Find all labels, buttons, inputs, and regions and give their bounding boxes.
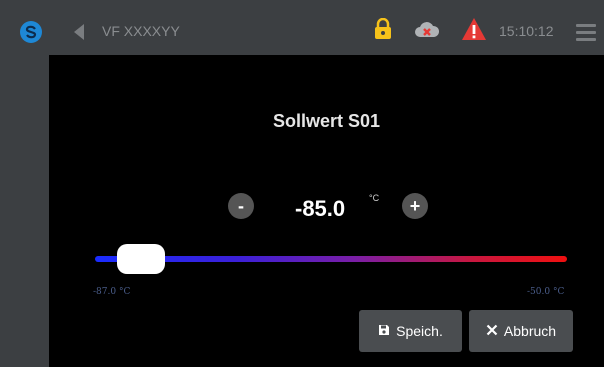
slider-max-label: -50.0 °C — [527, 287, 565, 297]
increment-button[interactable]: + — [402, 193, 428, 219]
setpoint-value: -85.0 — [295, 196, 346, 221]
slider-thumb[interactable] — [117, 244, 165, 274]
save-icon — [378, 323, 390, 339]
lock-icon[interactable] — [373, 17, 393, 45]
close-icon — [486, 323, 498, 339]
back-icon[interactable] — [74, 24, 84, 40]
cancel-button[interactable]: Abbruch — [469, 310, 573, 352]
slider-track[interactable] — [95, 256, 567, 262]
menu-icon[interactable] — [576, 24, 596, 45]
slider-min-label: -87.0 °C — [93, 287, 131, 297]
device-title: VF XXXXYY — [102, 23, 180, 39]
clock-time: 15:10:12 — [499, 23, 554, 39]
top-bar: VF XXXXYY 15:10:12 — [0, 0, 604, 55]
setpoint-dialog: Sollwert S01 - -85.0 °C + -87.0 °C -50.0… — [49, 55, 604, 367]
logo-icon[interactable] — [20, 21, 42, 43]
warning-icon[interactable] — [461, 17, 487, 46]
left-strip — [0, 55, 49, 367]
decrement-button[interactable]: - — [228, 193, 254, 219]
cancel-label: Abbruch — [503, 323, 557, 339]
cloud-error-icon[interactable] — [414, 20, 440, 43]
unit-label: °C — [369, 193, 380, 203]
save-button[interactable]: Speich. — [359, 310, 462, 352]
save-label: Speich. — [396, 323, 443, 339]
dialog-title: Sollwert S01 — [272, 111, 381, 131]
